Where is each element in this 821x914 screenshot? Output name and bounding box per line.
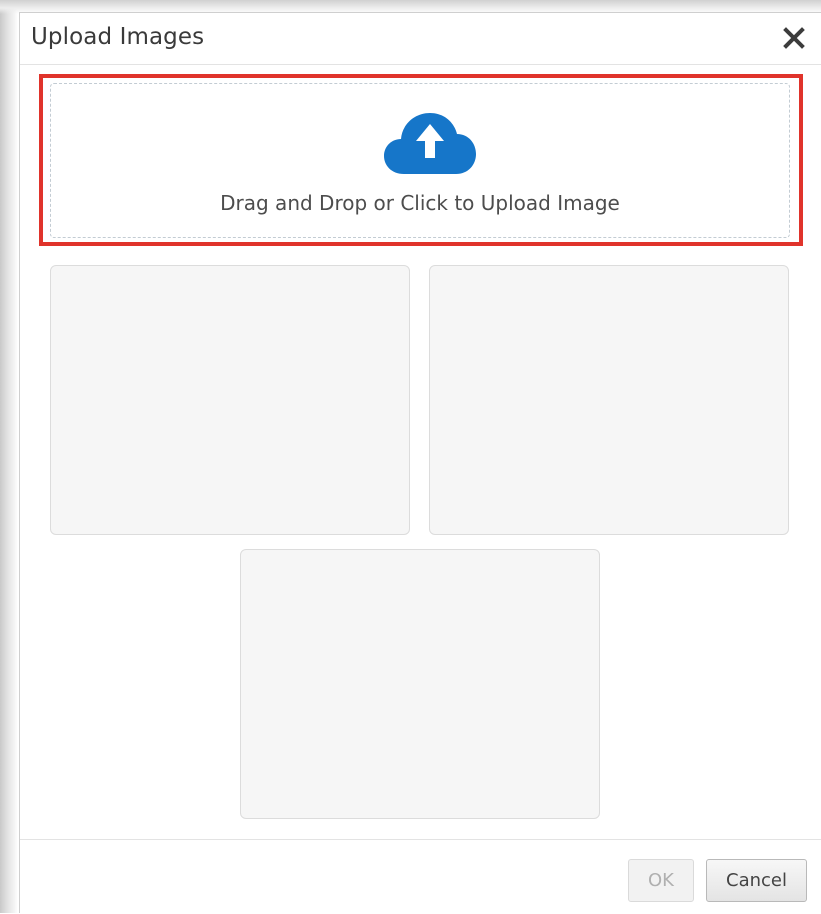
dialog-titlebar: Upload Images [20,13,821,65]
image-slot [429,265,789,535]
image-slot [50,265,410,535]
image-dropzone[interactable]: Drag and Drop or Click to Upload Image [50,83,790,238]
close-icon [783,27,805,49]
close-button[interactable] [781,25,807,51]
cancel-button[interactable]: Cancel [706,859,807,902]
cloud-upload-icon [384,113,476,174]
dialog-footer: OK Cancel [20,839,821,914]
ok-button[interactable]: OK [628,859,694,902]
dropzone-label: Drag and Drop or Click to Upload Image [220,191,620,215]
image-slot [240,549,600,819]
dialog-title: Upload Images [31,24,205,50]
upload-images-dialog: Upload Images Drag and Drop or Click to … [19,12,821,913]
